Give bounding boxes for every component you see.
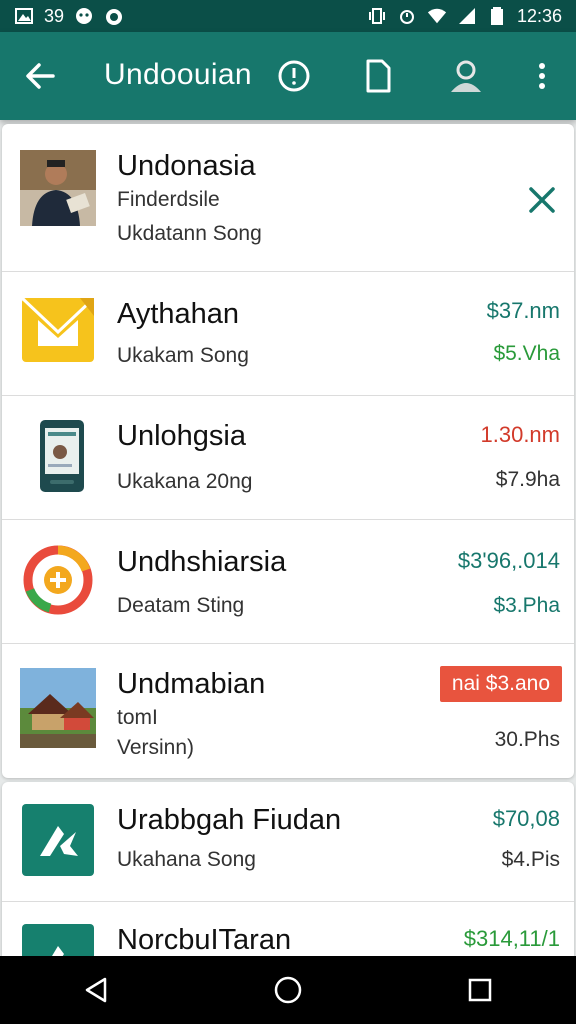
nav-home-icon (274, 976, 302, 1004)
vibrate-icon (367, 6, 387, 26)
item-amount: $3.Pha (493, 594, 560, 617)
list-item[interactable]: Unlohgsia Ukakana 20ng 1.30.nm $7.9ha (2, 396, 574, 520)
item-title: Aythahan (117, 298, 240, 330)
alarm-icon (397, 6, 417, 26)
item-price: $70,08 (492, 806, 560, 831)
wifi-icon (427, 6, 447, 26)
envelope-icon (20, 296, 96, 362)
nav-back-button[interactable] (66, 960, 126, 1020)
close-button[interactable] (526, 184, 558, 216)
item-subtitle: Ukahana Song (117, 848, 256, 871)
item-subtitle: Ukakam Song (117, 344, 249, 367)
app-bar: Undoouian (0, 32, 576, 120)
person-photo (20, 150, 96, 226)
item-list-card-secondary: Urabbgah Fiudan Ukahana Song $70,08 $4.P… (2, 782, 574, 962)
item-amount: $5.Vha (493, 342, 560, 365)
nav-back-icon (85, 977, 107, 1003)
nav-home-button[interactable] (258, 960, 318, 1020)
item-price: $3'96,.014 (457, 548, 560, 573)
item-title: Unlohgsia (117, 420, 246, 452)
list-item[interactable]: Undmabian tomI Versinn) nai $3.ano 30.Ph… (2, 644, 574, 778)
list-item[interactable]: Undonasia Finderdsile Ukdatann Song (2, 124, 574, 272)
item-price: $37.nm (486, 298, 560, 323)
list-item[interactable]: Undhshiarsia Deatam Sting $3'96,.014 $3.… (2, 520, 574, 644)
item-price: 1.30.nm (480, 422, 561, 447)
info-icon (278, 60, 310, 92)
item-subtitle-secondary: Versinn) (117, 736, 195, 759)
status-left-text: 39 (44, 5, 65, 26)
nav-recents-icon (468, 978, 492, 1002)
item-amount: 30.Phs (494, 728, 560, 751)
signal-icon (457, 6, 477, 26)
list-item[interactable]: Urabbgah Fiudan Ukahana Song $70,08 $4.P… (2, 782, 574, 902)
back-button[interactable] (20, 56, 60, 96)
phone-icon (40, 420, 84, 492)
nav-recents-button[interactable] (450, 960, 510, 1020)
item-subtitle-secondary: Ukdatann Song (117, 222, 262, 245)
more-options-button[interactable] (522, 56, 562, 96)
item-title: Undonasia (117, 150, 256, 182)
more-vert-icon (539, 63, 545, 89)
battery-icon (487, 6, 507, 26)
item-title: Undhshiarsia (117, 546, 287, 578)
item-subtitle: Ukakana 20ng (117, 470, 253, 493)
item-amount: $7.9ha (495, 468, 560, 491)
teal-logo (22, 804, 94, 876)
document-button[interactable] (358, 56, 398, 96)
item-price: $314,11/1 (463, 926, 560, 951)
account-icon (451, 60, 481, 92)
page-title: Undoouian (104, 58, 252, 91)
status-time: 12:36 (516, 5, 562, 26)
item-subtitle: Finderdsile (117, 188, 220, 211)
item-subtitle: tomI (117, 706, 158, 729)
notification-icon (104, 6, 124, 26)
item-subtitle: Deatam Sting (117, 594, 245, 617)
item-amount: $4.Pis (501, 848, 560, 871)
price-badge: nai $3.ano (439, 666, 562, 702)
close-icon (529, 187, 555, 213)
system-nav-bar (0, 956, 576, 1024)
back-arrow-icon (26, 63, 55, 89)
item-title: Undmabian (117, 668, 266, 700)
ring-icon (23, 545, 93, 615)
status-bar: 39 12:36 (0, 0, 576, 32)
info-button[interactable] (274, 56, 314, 96)
item-list-card: Undonasia Finderdsile Ukdatann Song Ayth… (2, 124, 574, 778)
messenger-icon (74, 6, 94, 26)
document-icon (366, 59, 391, 93)
house-photo (20, 668, 96, 748)
list-item[interactable]: Aythahan Ukakam Song $37.nm $5.Vha (2, 272, 574, 396)
account-button[interactable] (446, 56, 486, 96)
gallery-icon (14, 6, 34, 26)
item-title: Urabbgah Fiudan (117, 804, 342, 836)
item-title: NorcbuITaran (117, 924, 292, 956)
list-item[interactable]: NorcbuITaran $314,11/1 (2, 902, 574, 962)
